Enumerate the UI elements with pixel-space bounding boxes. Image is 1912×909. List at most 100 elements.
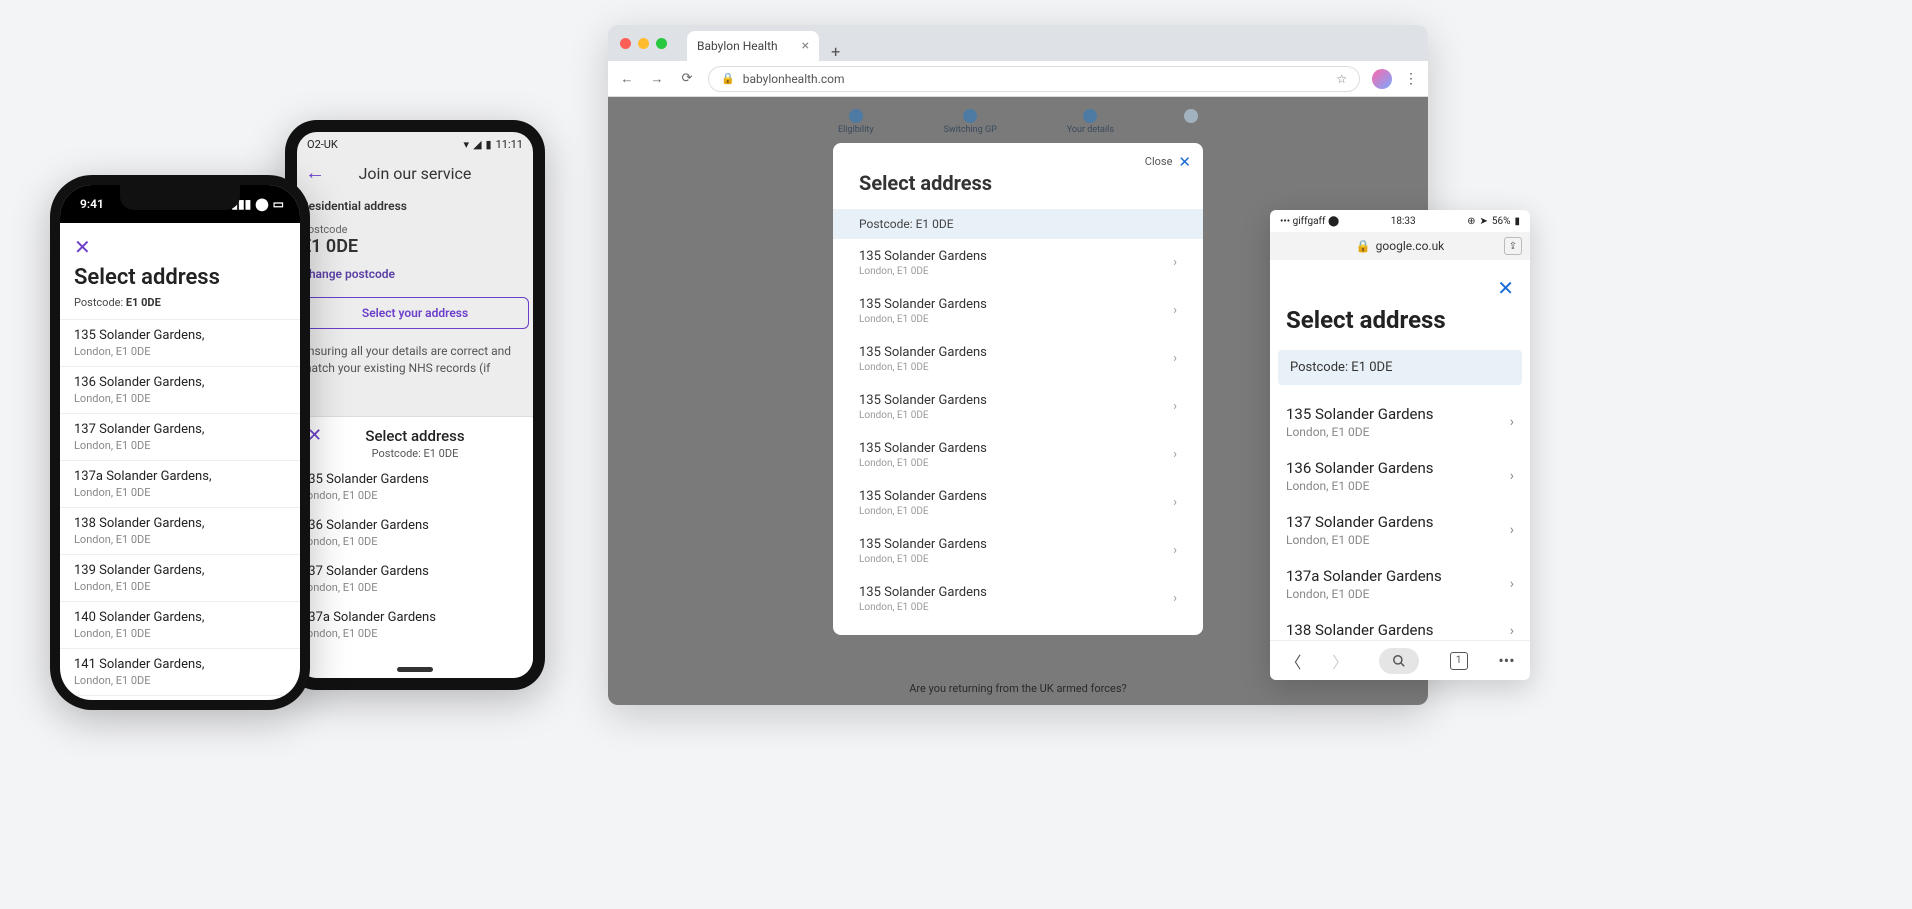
address-row[interactable]: 136 Solander Gardens,London, E1 0DE: [60, 367, 300, 414]
section-title: Residential address: [301, 199, 529, 217]
address-row[interactable]: 135 Solander GardensLondon, E1 0DE›: [1270, 395, 1530, 449]
navigation-icon: ➤: [1480, 216, 1488, 227]
address-row[interactable]: 136 Solander GardensLondon, E1 0DE: [297, 510, 533, 556]
step-eligibility: Eligibility: [838, 109, 874, 135]
more-icon[interactable]: •••: [1498, 651, 1514, 670]
maximize-window-icon[interactable]: [656, 38, 667, 49]
profile-avatar[interactable]: [1372, 69, 1392, 89]
address-row[interactable]: 137a Solander GardensLondon, E1 0DE: [297, 602, 533, 648]
carrier: giffgaff: [1293, 216, 1326, 227]
address-row[interactable]: 137a Solander GardensLondon, E1 0DE›: [1270, 557, 1530, 611]
status-time: 11:11: [496, 138, 523, 151]
chevron-right-icon: ›: [1510, 522, 1514, 538]
chevron-right-icon: ›: [1173, 399, 1177, 414]
address-row[interactable]: 135 Solander GardensLondon, E1 0DE›: [833, 239, 1203, 287]
wifi-icon: ⬤: [1328, 216, 1339, 227]
forward-icon[interactable]: →: [648, 71, 666, 87]
status-time: 9:41: [80, 197, 104, 211]
ios-status-bar: ••• giffgaff ⬤ 18:33 ⊕ ➤ 56% ▮: [1270, 210, 1530, 232]
close-label: Close: [1145, 155, 1173, 168]
address-row[interactable]: 135 Solander GardensLondon, E1 0DE›: [833, 431, 1203, 479]
postcode-label: Postcode: E1 0DE: [60, 296, 300, 319]
address-row[interactable]: 138 Solander Gardens,London, E1 0DE: [60, 508, 300, 555]
tab-bar: Babylon Health × +: [608, 25, 1428, 61]
share-icon[interactable]: ⇪: [1504, 237, 1522, 255]
safari-mockup: ••• giffgaff ⬤ 18:33 ⊕ ➤ 56% ▮ 🔒 google.…: [1270, 210, 1530, 680]
address-row[interactable]: 135 Solander GardensLondon, E1 0DE›: [833, 527, 1203, 575]
bookmark-icon[interactable]: ☆: [1336, 72, 1347, 86]
select-address-button[interactable]: Select your address: [301, 297, 529, 329]
close-icon[interactable]: ✕: [60, 235, 105, 265]
chevron-right-icon: ›: [1173, 255, 1177, 270]
address-row[interactable]: 137a Solander Gardens,London, E1 0DE: [60, 461, 300, 508]
close-tab-icon[interactable]: ×: [802, 38, 809, 54]
iphone-notch: [120, 185, 240, 210]
chevron-right-icon: ›: [1173, 591, 1177, 606]
menu-icon[interactable]: ⋮: [1404, 71, 1418, 87]
address-row[interactable]: 135 Solander GardensLondon, E1 0DE: [297, 464, 533, 510]
home-indicator: [397, 667, 433, 672]
tab-title: Babylon Health: [697, 39, 778, 53]
chevron-right-icon: ›: [1510, 623, 1514, 639]
iphone-mockup: 9:41 ▮▮▮ ⬤ ▭ ✕ Select address Postcode: …: [50, 175, 310, 710]
modal-address-list: 135 Solander GardensLondon, E1 0DE›135 S…: [833, 239, 1203, 623]
postcode-banner: Postcode: E1 0DE: [833, 209, 1203, 239]
url-text: babylonhealth.com: [743, 72, 845, 86]
address-row[interactable]: 135 Solander GardensLondon, E1 0DE›: [833, 479, 1203, 527]
lock-icon: 🔒: [721, 72, 735, 85]
reload-icon[interactable]: ⟳: [678, 71, 696, 86]
address-row[interactable]: 137 Solander Gardens,London, E1 0DE: [60, 414, 300, 461]
close-icon[interactable]: ✕: [1270, 276, 1530, 306]
tabs-icon[interactable]: 1: [1450, 652, 1468, 670]
new-tab-icon[interactable]: +: [819, 42, 852, 61]
android-status-bar: O2-UK ▾ ◢ ▮ 11:11: [297, 132, 533, 156]
wifi-icon: ⬤: [255, 197, 268, 211]
close-modal-button[interactable]: Close ✕: [1145, 153, 1191, 171]
sheet-title: Select address: [297, 427, 533, 445]
address-row[interactable]: 140 Solander Gardens,London, E1 0DE: [60, 602, 300, 649]
chevron-right-icon: ›: [1173, 447, 1177, 462]
chevron-right-icon: ›: [1510, 468, 1514, 484]
wifi-icon: ▾: [464, 138, 470, 151]
android-mockup: O2-UK ▾ ◢ ▮ 11:11 ← Join our service Res…: [285, 120, 545, 690]
address-row[interactable]: 137 Solander GardensLondon, E1 0DE›: [1270, 503, 1530, 557]
address-row[interactable]: 135 Solander Gardens,London, E1 0DE: [60, 320, 300, 367]
status-time: 18:33: [1391, 216, 1416, 227]
address-row[interactable]: 135 Solander GardensLondon, E1 0DE›: [833, 287, 1203, 335]
address-row[interactable]: 135 Solander GardensLondon, E1 0DE›: [833, 335, 1203, 383]
address-row[interactable]: 141 Solander Gardens,London, E1 0DE: [60, 649, 300, 696]
change-postcode-link[interactable]: Change postcode: [301, 257, 529, 291]
minimize-window-icon[interactable]: [638, 38, 649, 49]
address-row[interactable]: 135 Solander GardensLondon, E1 0DE›: [833, 383, 1203, 431]
close-icon: ✕: [1178, 153, 1191, 171]
address-row[interactable]: 135 Solander GardensLondon, E1 0DE›: [833, 575, 1203, 623]
search-icon[interactable]: [1379, 648, 1419, 674]
battery-percent: 56%: [1492, 216, 1511, 227]
info-note: Ensuring all your details are correct an…: [301, 343, 529, 377]
address-row[interactable]: 136 Solander GardensLondon, E1 0DE›: [1270, 449, 1530, 503]
step-last: [1184, 109, 1198, 135]
window-controls[interactable]: [608, 38, 679, 49]
back-icon[interactable]: ←: [305, 160, 325, 185]
signal-icon: ◢: [473, 138, 481, 151]
address-row[interactable]: 137 Solander GardensLondon, E1 0DE: [297, 556, 533, 602]
select-address-modal: Close ✕ Select address Postcode: E1 0DE …: [833, 143, 1203, 635]
sheet-subtitle: Postcode: E1 0DE: [297, 447, 533, 460]
chevron-right-icon: ›: [1510, 576, 1514, 592]
screen-title: Select address: [60, 265, 300, 296]
battery-icon: ▮: [486, 138, 492, 151]
back-icon[interactable]: ←: [618, 71, 636, 87]
chevron-right-icon: ›: [1173, 543, 1177, 558]
location-icon: ⊕: [1467, 216, 1475, 227]
back-icon[interactable]: 〈: [1285, 649, 1301, 673]
browser-tab[interactable]: Babylon Health ×: [687, 31, 819, 61]
address-row[interactable]: 139 Solander Gardens,London, E1 0DE: [60, 555, 300, 602]
close-window-icon[interactable]: [620, 38, 631, 49]
bottom-sheet: ✕ Select address Postcode: E1 0DE 135 So…: [297, 416, 533, 678]
carrier: O2-UK: [307, 138, 338, 151]
url-input[interactable]: 🔒 babylonhealth.com ☆: [708, 66, 1360, 92]
address-row[interactable]: 138 Solander Gardens›: [1270, 611, 1530, 640]
page-title: Join our service: [297, 156, 533, 199]
address-row[interactable]: 142 Solander Gardens,: [60, 696, 300, 700]
safari-url-bar[interactable]: 🔒 google.co.uk ⇪: [1270, 232, 1530, 260]
